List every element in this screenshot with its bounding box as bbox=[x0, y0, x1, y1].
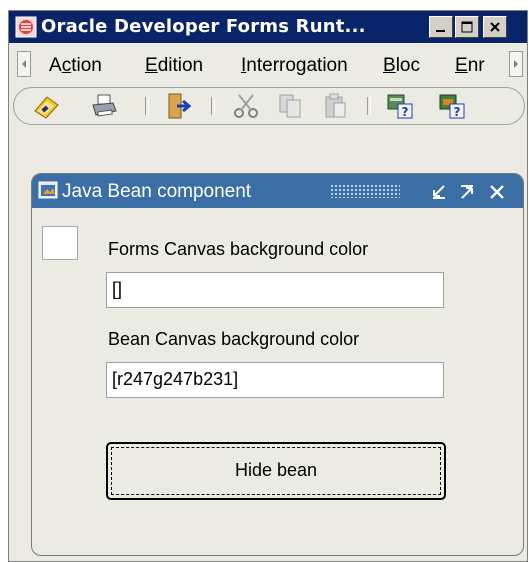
hide-bean-button-label: Hide bean bbox=[234, 460, 318, 480]
menu-item-label: Edition bbox=[145, 55, 204, 76]
exit-icon[interactable] bbox=[163, 91, 193, 121]
oracle-forms-icon bbox=[15, 16, 37, 38]
bean-canvas-label: Bean Canvas background color bbox=[108, 329, 360, 349]
menu-item-edition[interactable]: Edition bbox=[145, 55, 203, 77]
query-help-icon[interactable]: ? bbox=[385, 91, 415, 121]
close-button[interactable] bbox=[483, 16, 507, 38]
toolbar: ? ? bbox=[9, 83, 527, 129]
arrow-left-icon bbox=[22, 60, 26, 68]
forms-canvas-label: Forms Canvas background color bbox=[108, 239, 369, 259]
paste-icon[interactable] bbox=[321, 91, 351, 121]
toolbar-separator bbox=[145, 97, 149, 115]
copy-icon[interactable] bbox=[275, 91, 305, 121]
forms-canvas-color-value: [] bbox=[112, 279, 123, 299]
menu-item-action[interactable]: Action bbox=[49, 55, 102, 77]
close-icon[interactable] bbox=[488, 183, 506, 201]
menu-item-enr[interactable]: Enr bbox=[455, 55, 505, 77]
minimize-icon bbox=[436, 30, 445, 32]
menu-item-label: Enr bbox=[455, 55, 485, 76]
window-title: Oracle Developer Forms Runt... bbox=[41, 16, 366, 37]
print-icon[interactable] bbox=[89, 91, 119, 121]
window-icon bbox=[38, 181, 58, 199]
save-icon[interactable] bbox=[31, 91, 61, 121]
cut-icon[interactable] bbox=[231, 91, 261, 121]
maximize-button[interactable] bbox=[455, 16, 479, 38]
bean-canvas-color-field[interactable]: [r247g247b231] bbox=[106, 362, 444, 398]
menu-scroll-right-button[interactable] bbox=[509, 51, 523, 77]
menu-item-bloc[interactable]: Bloc bbox=[383, 55, 420, 77]
java-bean-window-titlebar[interactable]: Java Bean component bbox=[32, 174, 523, 208]
java-bean-window-title: Java Bean component bbox=[62, 181, 252, 202]
menu-item-interrogation[interactable]: Interrogation bbox=[241, 55, 348, 77]
menu-item-label: Interrogation bbox=[241, 55, 348, 76]
menu-scroll-left-button[interactable] bbox=[17, 51, 31, 77]
minimize-icon[interactable] bbox=[430, 183, 448, 201]
menu-bar: Action Edition Interrogation Bloc Enr bbox=[9, 43, 527, 83]
bean-canvas-color-value: [r247g247b231] bbox=[112, 369, 239, 389]
svg-text:?: ? bbox=[402, 105, 409, 119]
query-help-2-icon[interactable]: ? bbox=[437, 91, 467, 121]
app-window: Oracle Developer Forms Runt... Action Ed… bbox=[8, 10, 528, 562]
arrow-right-icon bbox=[514, 60, 518, 68]
maximize-icon[interactable] bbox=[458, 183, 476, 201]
maximize-icon bbox=[461, 21, 473, 33]
java-bean-window: Java Bean component Forms Canvas backgro… bbox=[31, 173, 524, 556]
close-icon bbox=[490, 22, 500, 32]
forms-canvas-color-field[interactable]: [] bbox=[106, 272, 444, 308]
hide-bean-button[interactable]: Hide bean bbox=[106, 442, 446, 500]
toolbar-separator bbox=[367, 97, 371, 115]
minimize-button[interactable] bbox=[429, 16, 453, 38]
svg-text:?: ? bbox=[454, 105, 461, 119]
java-bean-area[interactable] bbox=[42, 226, 78, 260]
drag-grip[interactable] bbox=[330, 184, 400, 198]
menu-item-label: Bloc bbox=[383, 55, 420, 76]
title-bar[interactable]: Oracle Developer Forms Runt... bbox=[9, 11, 527, 43]
menu-item-label: Action bbox=[49, 55, 102, 76]
toolbar-separator bbox=[211, 97, 215, 115]
